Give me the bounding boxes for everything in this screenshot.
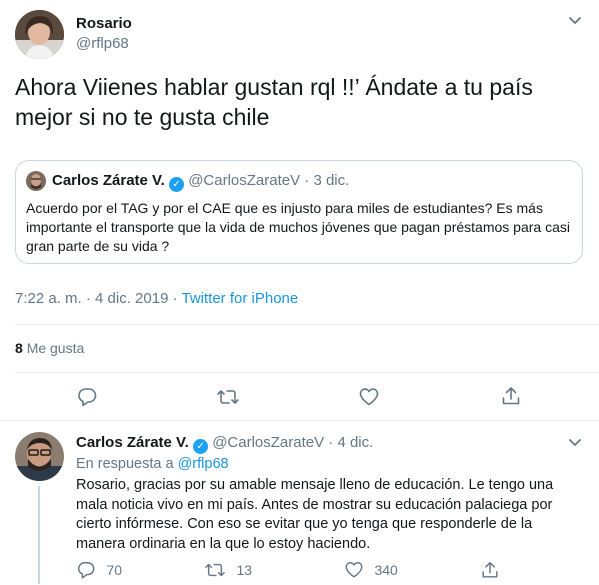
section-divider — [0, 420, 599, 421]
quoted-tweet-card[interactable]: Carlos Zárate V. ✓ @CarlosZarateV · 3 di… — [15, 160, 583, 264]
reply-button[interactable]: 70 — [76, 560, 122, 582]
tweet-text-line2: mejor si no te gusta chile — [15, 104, 270, 130]
reply-text: Rosario, gracias por su amable mensaje l… — [76, 477, 554, 552]
quoted-tweet-text: Acuerdo por el TAG y por el CAE que es i… — [26, 200, 570, 254]
retweet-icon — [205, 563, 225, 577]
author-name[interactable]: Rosario — [76, 15, 132, 32]
quoted-author-avatar — [26, 171, 46, 191]
reply-icon — [78, 562, 95, 579]
thread-connector — [38, 486, 40, 584]
in-reply-to: En respuesta a @rflp68 — [76, 456, 229, 472]
reply-action-bar: 70 13 340 — [76, 560, 586, 582]
reply-author-avatar[interactable] — [15, 432, 64, 481]
heart-icon — [345, 562, 363, 578]
chevron-down-icon[interactable] — [566, 434, 584, 452]
tweet-text-line1: Ahora Viienes hablar gustan rql !!’ Ánda… — [15, 74, 533, 100]
in-reply-handle-link[interactable]: @rflp68 — [178, 456, 229, 472]
quoted-author-name: Carlos Zárate V. — [52, 172, 165, 189]
share-icon — [482, 562, 498, 578]
verified-badge-icon: ✓ — [193, 439, 209, 454]
in-reply-prefix: En respuesta a — [76, 456, 174, 472]
avatar-photo — [15, 10, 64, 59]
divider — [15, 372, 599, 373]
quoted-tweet-date: · 3 dic. — [304, 172, 350, 189]
source-separator: · — [172, 290, 178, 307]
retweet-button[interactable]: 13 — [204, 560, 252, 582]
share-icon[interactable] — [500, 385, 522, 407]
quoted-author-handle: @CarlosZarateV — [188, 172, 301, 189]
retweet-icon[interactable] — [216, 386, 240, 408]
likes-label: Me gusta — [26, 340, 85, 356]
tweet-timestamp[interactable]: 7:22 a. m. · 4 dic. 2019 — [15, 290, 168, 307]
reply-count: 70 — [106, 562, 123, 578]
reply-author-handle[interactable]: @CarlosZarateV — [212, 434, 324, 451]
tweet-meta: 7:22 a. m. · 4 dic. 2019 · Twitter for i… — [15, 290, 298, 307]
verified-badge-icon: ✓ — [169, 177, 185, 192]
divider — [15, 324, 599, 325]
chevron-down-icon[interactable] — [566, 12, 584, 30]
reply-date[interactable]: · 4 dic. — [328, 434, 373, 451]
likes-stat[interactable]: 8 Me gusta — [15, 340, 84, 356]
author-handle[interactable]: @rflp68 — [76, 35, 129, 52]
like-count: 340 — [374, 562, 398, 578]
author-avatar[interactable] — [15, 10, 64, 59]
share-button[interactable] — [480, 560, 500, 582]
heart-icon[interactable] — [358, 386, 380, 408]
reply-icon[interactable] — [76, 386, 98, 408]
retweet-count: 13 — [236, 562, 253, 578]
reply-author-name[interactable]: Carlos Zárate V. — [76, 434, 189, 451]
likes-count: 8 — [15, 340, 23, 356]
tweet-source-link[interactable]: Twitter for iPhone — [182, 290, 299, 307]
like-button[interactable]: 340 — [344, 560, 398, 582]
